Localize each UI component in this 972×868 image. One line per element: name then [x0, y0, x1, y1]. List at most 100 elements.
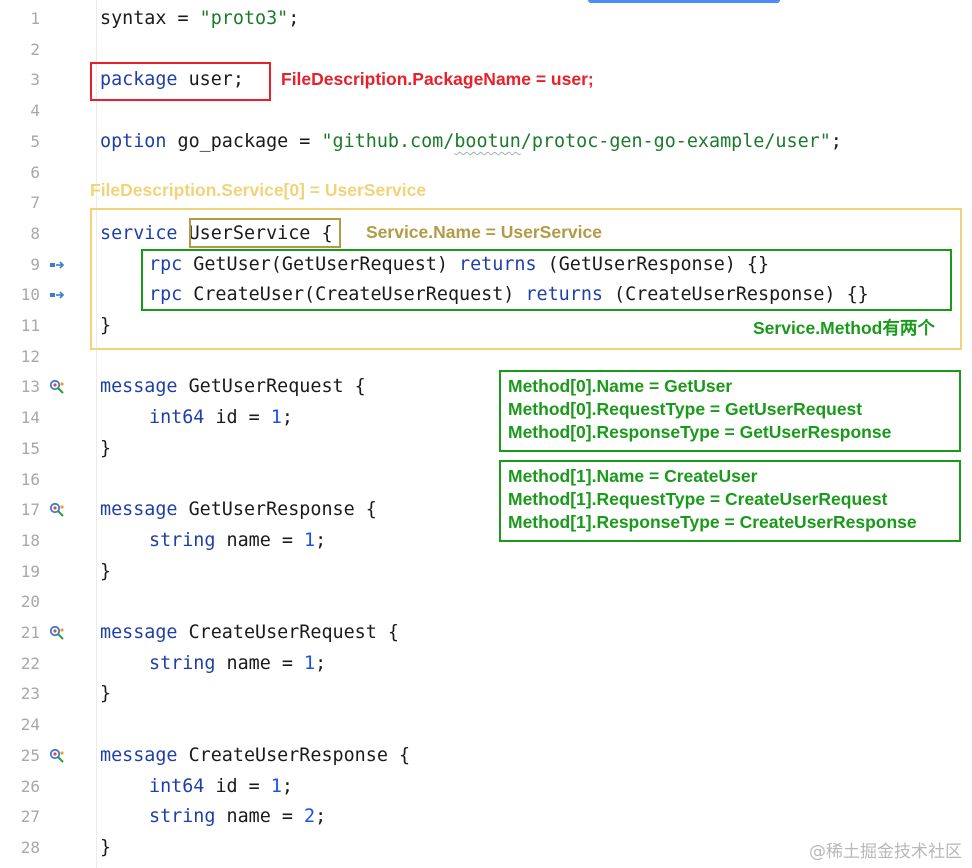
code-line[interactable]: 12: [0, 341, 972, 372]
code-token: message: [100, 744, 178, 766]
code-token: service: [100, 222, 178, 244]
code-text[interactable]: rpc GetUser(GetUserRequest) returns (Get…: [149, 249, 769, 280]
code-text[interactable]: }: [100, 678, 111, 709]
code-token: go_package =: [166, 130, 322, 152]
message-icon[interactable]: [48, 501, 66, 519]
line-number[interactable]: 28: [0, 832, 40, 863]
code-line[interactable]: 1 syntax = "proto3";: [0, 3, 972, 34]
package-name-annotation: FileDescription.PackageName = user;: [281, 69, 594, 89]
line-number[interactable]: 21: [0, 617, 40, 648]
line-number[interactable]: 13: [0, 371, 40, 402]
code-token: "github.com/: [321, 130, 455, 152]
line-number[interactable]: 8: [0, 218, 40, 249]
code-text[interactable]: }: [100, 433, 111, 464]
implements-icon[interactable]: [48, 256, 66, 274]
line-number[interactable]: 20: [0, 586, 40, 617]
code-token: 1: [304, 652, 316, 674]
service-index-annotation: FileDescription.Service[0] = UserService: [90, 180, 427, 200]
code-text[interactable]: package user;: [100, 64, 244, 95]
code-token: message: [100, 376, 178, 398]
code-text[interactable]: }: [100, 556, 111, 587]
code-line[interactable]: 19}: [0, 556, 972, 587]
code-text[interactable]: string name = 2;: [149, 801, 326, 832]
implements-icon[interactable]: [48, 286, 66, 304]
line-number[interactable]: 15: [0, 433, 40, 464]
code-text[interactable]: }: [100, 310, 111, 341]
line-number[interactable]: 14: [0, 402, 40, 433]
code-text[interactable]: string name = 1;: [149, 648, 326, 679]
code-line[interactable]: 5 option go_package = "github.com/bootun/…: [0, 126, 972, 157]
line-number[interactable]: 2: [0, 34, 40, 65]
method1-response-type: Method[1].ResponseType = CreateUserRespo…: [508, 512, 917, 532]
line-number[interactable]: 1: [0, 3, 40, 34]
code-token: string: [149, 529, 216, 551]
message-icon[interactable]: [48, 378, 66, 396]
code-line[interactable]: 9 rpc GetUser(GetUserRequest) returns (Ge…: [0, 249, 972, 280]
code-text[interactable]: syntax = "proto3";: [100, 3, 299, 34]
code-text[interactable]: message GetUserRequest {: [100, 371, 366, 402]
code-line[interactable]: 10 rpc CreateUser(CreateUserRequest) retu…: [0, 279, 972, 310]
code-line[interactable]: 22 string name = 1;: [0, 648, 972, 679]
code-token: CreateUserResponse {: [177, 744, 411, 766]
code-token: GetUserRequest {: [177, 376, 366, 398]
code-token: ;: [281, 775, 293, 797]
line-number[interactable]: 3: [0, 64, 40, 95]
code-token: ;: [315, 529, 327, 551]
code-line[interactable]: 21 message CreateUserRequest {: [0, 617, 972, 648]
line-number[interactable]: 12: [0, 341, 40, 372]
line-number[interactable]: 10: [0, 279, 40, 310]
method0-request-type: Method[0].RequestType = GetUserRequest: [508, 399, 863, 419]
code-text[interactable]: message CreateUserRequest {: [100, 617, 399, 648]
code-text[interactable]: message CreateUserResponse {: [100, 740, 410, 771]
line-number[interactable]: 7: [0, 187, 40, 218]
code-text[interactable]: service UserService {: [100, 218, 344, 249]
code-token: (GetUserResponse) {}: [536, 253, 770, 275]
line-number[interactable]: 11: [0, 310, 40, 341]
line-number[interactable]: 16: [0, 464, 40, 495]
code-token: 1: [270, 407, 282, 429]
code-text[interactable]: int64 id = 1;: [149, 771, 293, 802]
code-token: string: [149, 806, 216, 828]
line-number[interactable]: 6: [0, 157, 40, 188]
method-count-annotation: Service.Method有两个: [753, 318, 935, 338]
line-number[interactable]: 18: [0, 525, 40, 556]
code-text[interactable]: }: [100, 832, 111, 863]
line-number[interactable]: 4: [0, 95, 40, 126]
code-token: UserService {: [177, 222, 344, 244]
method1-name: Method[1].Name = CreateUser: [508, 466, 758, 486]
code-line[interactable]: 27 string name = 2;: [0, 801, 972, 832]
line-number[interactable]: 19: [0, 556, 40, 587]
code-token: 1: [304, 529, 316, 551]
code-text[interactable]: string name = 1;: [149, 525, 326, 556]
watermark: @稀土掘金技术社区: [809, 842, 962, 862]
line-number[interactable]: 24: [0, 709, 40, 740]
line-number[interactable]: 26: [0, 771, 40, 802]
code-token: GetUserResponse {: [177, 499, 377, 521]
code-text[interactable]: option go_package = "github.com/bootun/p…: [100, 126, 842, 157]
code-line[interactable]: 26 int64 id = 1;: [0, 771, 972, 802]
message-icon[interactable]: [48, 747, 66, 765]
code-text[interactable]: rpc CreateUser(CreateUserRequest) return…: [149, 279, 869, 310]
code-text[interactable]: int64 id = 1;: [149, 402, 293, 433]
line-number[interactable]: 5: [0, 126, 40, 157]
line-number[interactable]: 9: [0, 249, 40, 280]
code-text[interactable]: message GetUserResponse {: [100, 494, 377, 525]
code-line[interactable]: 23}: [0, 678, 972, 709]
line-number[interactable]: 25: [0, 740, 40, 771]
code-line[interactable]: 20: [0, 586, 972, 617]
line-number[interactable]: 27: [0, 801, 40, 832]
code-editor[interactable]: 1 syntax = "proto3"; 2 3 package user; 4 5 opti…: [0, 0, 972, 868]
code-token: name =: [215, 652, 305, 674]
code-token: "proto3": [199, 8, 289, 29]
code-line[interactable]: 25 message CreateUserResponse {: [0, 740, 972, 771]
line-number[interactable]: 23: [0, 678, 40, 709]
code-line[interactable]: 4: [0, 95, 972, 126]
code-line[interactable]: 2: [0, 34, 972, 65]
code-line[interactable]: 24: [0, 709, 972, 740]
code-token: CreateUserRequest {: [177, 622, 399, 643]
line-number[interactable]: 22: [0, 648, 40, 679]
code-token: CreateUser(CreateUserRequest): [182, 284, 526, 306]
line-number[interactable]: 17: [0, 494, 40, 525]
code-token: id =: [204, 775, 271, 797]
message-icon[interactable]: [48, 624, 66, 642]
